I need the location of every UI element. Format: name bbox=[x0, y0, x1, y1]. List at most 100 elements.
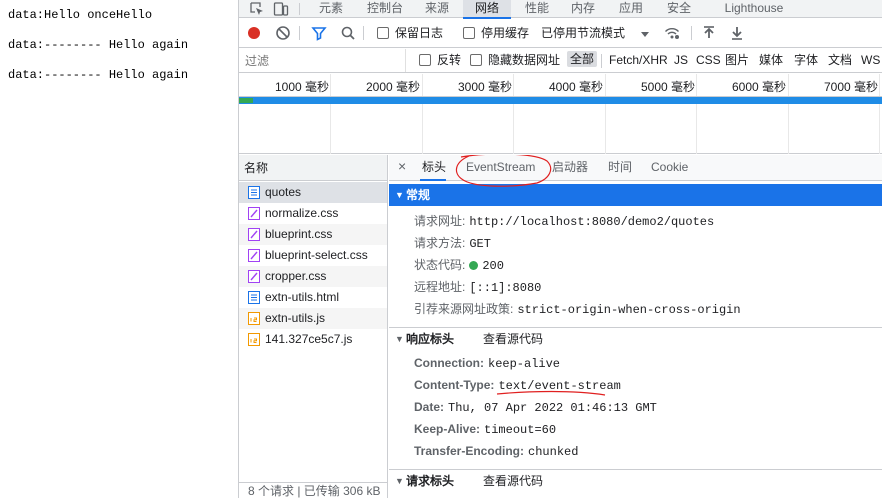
request-headers-section-header[interactable]: ▼ 请求标头 查看源代码 bbox=[389, 469, 882, 491]
filter-type-all[interactable]: 全部 bbox=[567, 51, 598, 67]
request-row[interactable]: normalize.css bbox=[239, 203, 387, 224]
tab-console[interactable]: 控制台 bbox=[359, 0, 411, 18]
page-line: data:-------- Hello again bbox=[8, 38, 189, 52]
request-row[interactable]: 141.327ce5c7.js bbox=[239, 329, 387, 350]
request-row[interactable]: cropper.css bbox=[239, 266, 387, 287]
request-name: blueprint-select.css bbox=[265, 248, 368, 262]
device-toolbar-icon[interactable] bbox=[273, 1, 289, 17]
view-source-link[interactable]: 查看源代码 bbox=[483, 470, 543, 492]
field-key: 请求方法: bbox=[414, 236, 466, 250]
field-value: keep-alive bbox=[488, 357, 561, 371]
preserve-log-checkbox[interactable] bbox=[377, 27, 389, 39]
filter-icon[interactable] bbox=[311, 25, 327, 41]
header-row: Keep-Alive: timeout=60 bbox=[414, 422, 556, 437]
grid-line bbox=[879, 74, 880, 154]
grid-line bbox=[330, 74, 331, 154]
field-key: 请求网址: bbox=[414, 214, 466, 228]
field-value: chunked bbox=[528, 445, 579, 459]
request-name: quotes bbox=[265, 185, 302, 199]
network-toolbar: 保留日志 停用缓存 已停用节流模式 bbox=[239, 19, 882, 48]
hide-data-urls-checkbox[interactable] bbox=[470, 54, 482, 66]
throttling-select[interactable]: 已停用节流模式 bbox=[541, 26, 625, 40]
invert-checkbox[interactable] bbox=[419, 54, 431, 66]
general-section-header[interactable]: ▼ 常规 bbox=[389, 184, 882, 206]
timeline-bar-waiting bbox=[239, 98, 253, 103]
upload-icon[interactable] bbox=[701, 25, 717, 41]
download-icon[interactable] bbox=[729, 25, 745, 41]
header-row: Content-Type: text/event-stream bbox=[414, 378, 621, 393]
field-key: 引荐来源网址政策: bbox=[414, 302, 514, 316]
header-row: Transfer-Encoding: chunked bbox=[414, 444, 578, 459]
grid-line bbox=[605, 74, 606, 154]
field-key: Keep-Alive: bbox=[414, 422, 481, 436]
field-key: 远程地址: bbox=[414, 280, 466, 294]
section-title: 常规 bbox=[406, 188, 431, 202]
filter-type-media[interactable]: 媒体 bbox=[759, 53, 783, 67]
triangle-down-icon: ▼ bbox=[395, 334, 404, 344]
stylesheet-icon bbox=[248, 249, 260, 262]
request-row[interactable]: blueprint-select.css bbox=[239, 245, 387, 266]
general-row: 请求网址: http://localhost:8080/demo2/quotes bbox=[414, 214, 714, 229]
tab-application[interactable]: 应用 bbox=[611, 0, 651, 18]
request-row[interactable]: quotes bbox=[239, 182, 387, 203]
network-conditions-icon[interactable] bbox=[664, 25, 680, 41]
search-icon[interactable] bbox=[340, 25, 356, 41]
field-key: Connection: bbox=[414, 356, 484, 370]
chevron-down-icon[interactable] bbox=[637, 26, 653, 42]
filter-input[interactable] bbox=[239, 49, 406, 72]
timeline-tick: 6000 毫秒 bbox=[731, 80, 786, 94]
tab-performance[interactable]: 性能 bbox=[517, 0, 557, 18]
filter-type-ws[interactable]: WS bbox=[861, 53, 880, 67]
tab-cookies[interactable]: Cookie bbox=[651, 160, 688, 174]
request-list-header[interactable]: 名称 bbox=[239, 155, 387, 181]
inspect-element-icon[interactable] bbox=[249, 1, 265, 17]
triangle-down-icon: ▼ bbox=[395, 476, 404, 486]
view-source-link[interactable]: 查看源代码 bbox=[483, 328, 543, 350]
tab-network[interactable]: 网络 bbox=[463, 0, 511, 19]
disable-cache-checkbox[interactable] bbox=[463, 27, 475, 39]
filter-type-css[interactable]: CSS bbox=[696, 53, 721, 67]
tab-timing[interactable]: 时间 bbox=[608, 160, 632, 174]
field-value: timeout=60 bbox=[484, 423, 557, 437]
tab-eventstream[interactable]: EventStream bbox=[466, 160, 535, 174]
filter-type-fetch-xhr[interactable]: Fetch/XHR bbox=[609, 53, 668, 67]
record-icon[interactable] bbox=[246, 25, 262, 41]
tab-lighthouse[interactable]: Lighthouse bbox=[709, 0, 799, 18]
stylesheet-icon bbox=[248, 207, 260, 220]
tab-security[interactable]: 安全 bbox=[659, 0, 699, 18]
section-title: 响应标头 bbox=[406, 332, 455, 346]
tab-initiator[interactable]: 启动器 bbox=[552, 160, 588, 174]
field-value: 200 bbox=[482, 259, 504, 273]
page-line: data:-------- Hello again bbox=[8, 68, 189, 82]
close-icon[interactable]: × bbox=[398, 159, 406, 173]
field-key: 状态代码: bbox=[414, 258, 466, 272]
tab-elements[interactable]: 元素 bbox=[309, 0, 353, 18]
divider bbox=[691, 26, 692, 40]
request-row[interactable]: blueprint.css bbox=[239, 224, 387, 245]
devtools-panel: 元素 控制台 来源 网络 性能 内存 应用 安全 Lighthouse 保留日志… bbox=[238, 0, 882, 498]
script-icon bbox=[248, 312, 260, 325]
filter-type-img[interactable]: 图片 bbox=[725, 53, 749, 67]
request-summary: 8 个请求 | 已传输 306 kB bbox=[239, 482, 387, 498]
response-headers-section-header[interactable]: ▼ 响应标头 查看源代码 bbox=[389, 327, 882, 349]
timeline-overview[interactable]: 1000 毫秒 2000 毫秒 3000 毫秒 4000 毫秒 5000 毫秒 … bbox=[239, 74, 882, 154]
request-row[interactable]: extn-utils.js bbox=[239, 308, 387, 329]
timeline-bar bbox=[239, 97, 882, 104]
tab-sources[interactable]: 来源 bbox=[417, 0, 457, 18]
request-name: normalize.css bbox=[265, 206, 339, 220]
tab-headers[interactable]: 标头 bbox=[422, 160, 446, 174]
details-tabbar: × 标头 EventStream 启动器 时间 Cookie bbox=[389, 155, 882, 181]
request-name: 141.327ce5c7.js bbox=[265, 332, 353, 346]
filter-type-font[interactable]: 字体 bbox=[794, 53, 818, 67]
tab-memory[interactable]: 内存 bbox=[563, 0, 603, 18]
active-tab-indicator bbox=[420, 179, 446, 181]
triangle-down-icon: ▼ bbox=[395, 190, 404, 200]
filter-type-doc[interactable]: 文档 bbox=[828, 53, 852, 67]
devtools-tabbar: 元素 控制台 来源 网络 性能 内存 应用 安全 Lighthouse bbox=[239, 0, 882, 19]
request-name: extn-utils.js bbox=[265, 311, 326, 325]
request-name: extn-utils.html bbox=[265, 290, 340, 304]
general-row: 引荐来源网址政策: strict-origin-when-cross-origin bbox=[414, 302, 741, 317]
clear-icon[interactable] bbox=[275, 25, 291, 41]
filter-type-js[interactable]: JS bbox=[674, 53, 688, 67]
request-row[interactable]: extn-utils.html bbox=[239, 287, 387, 308]
